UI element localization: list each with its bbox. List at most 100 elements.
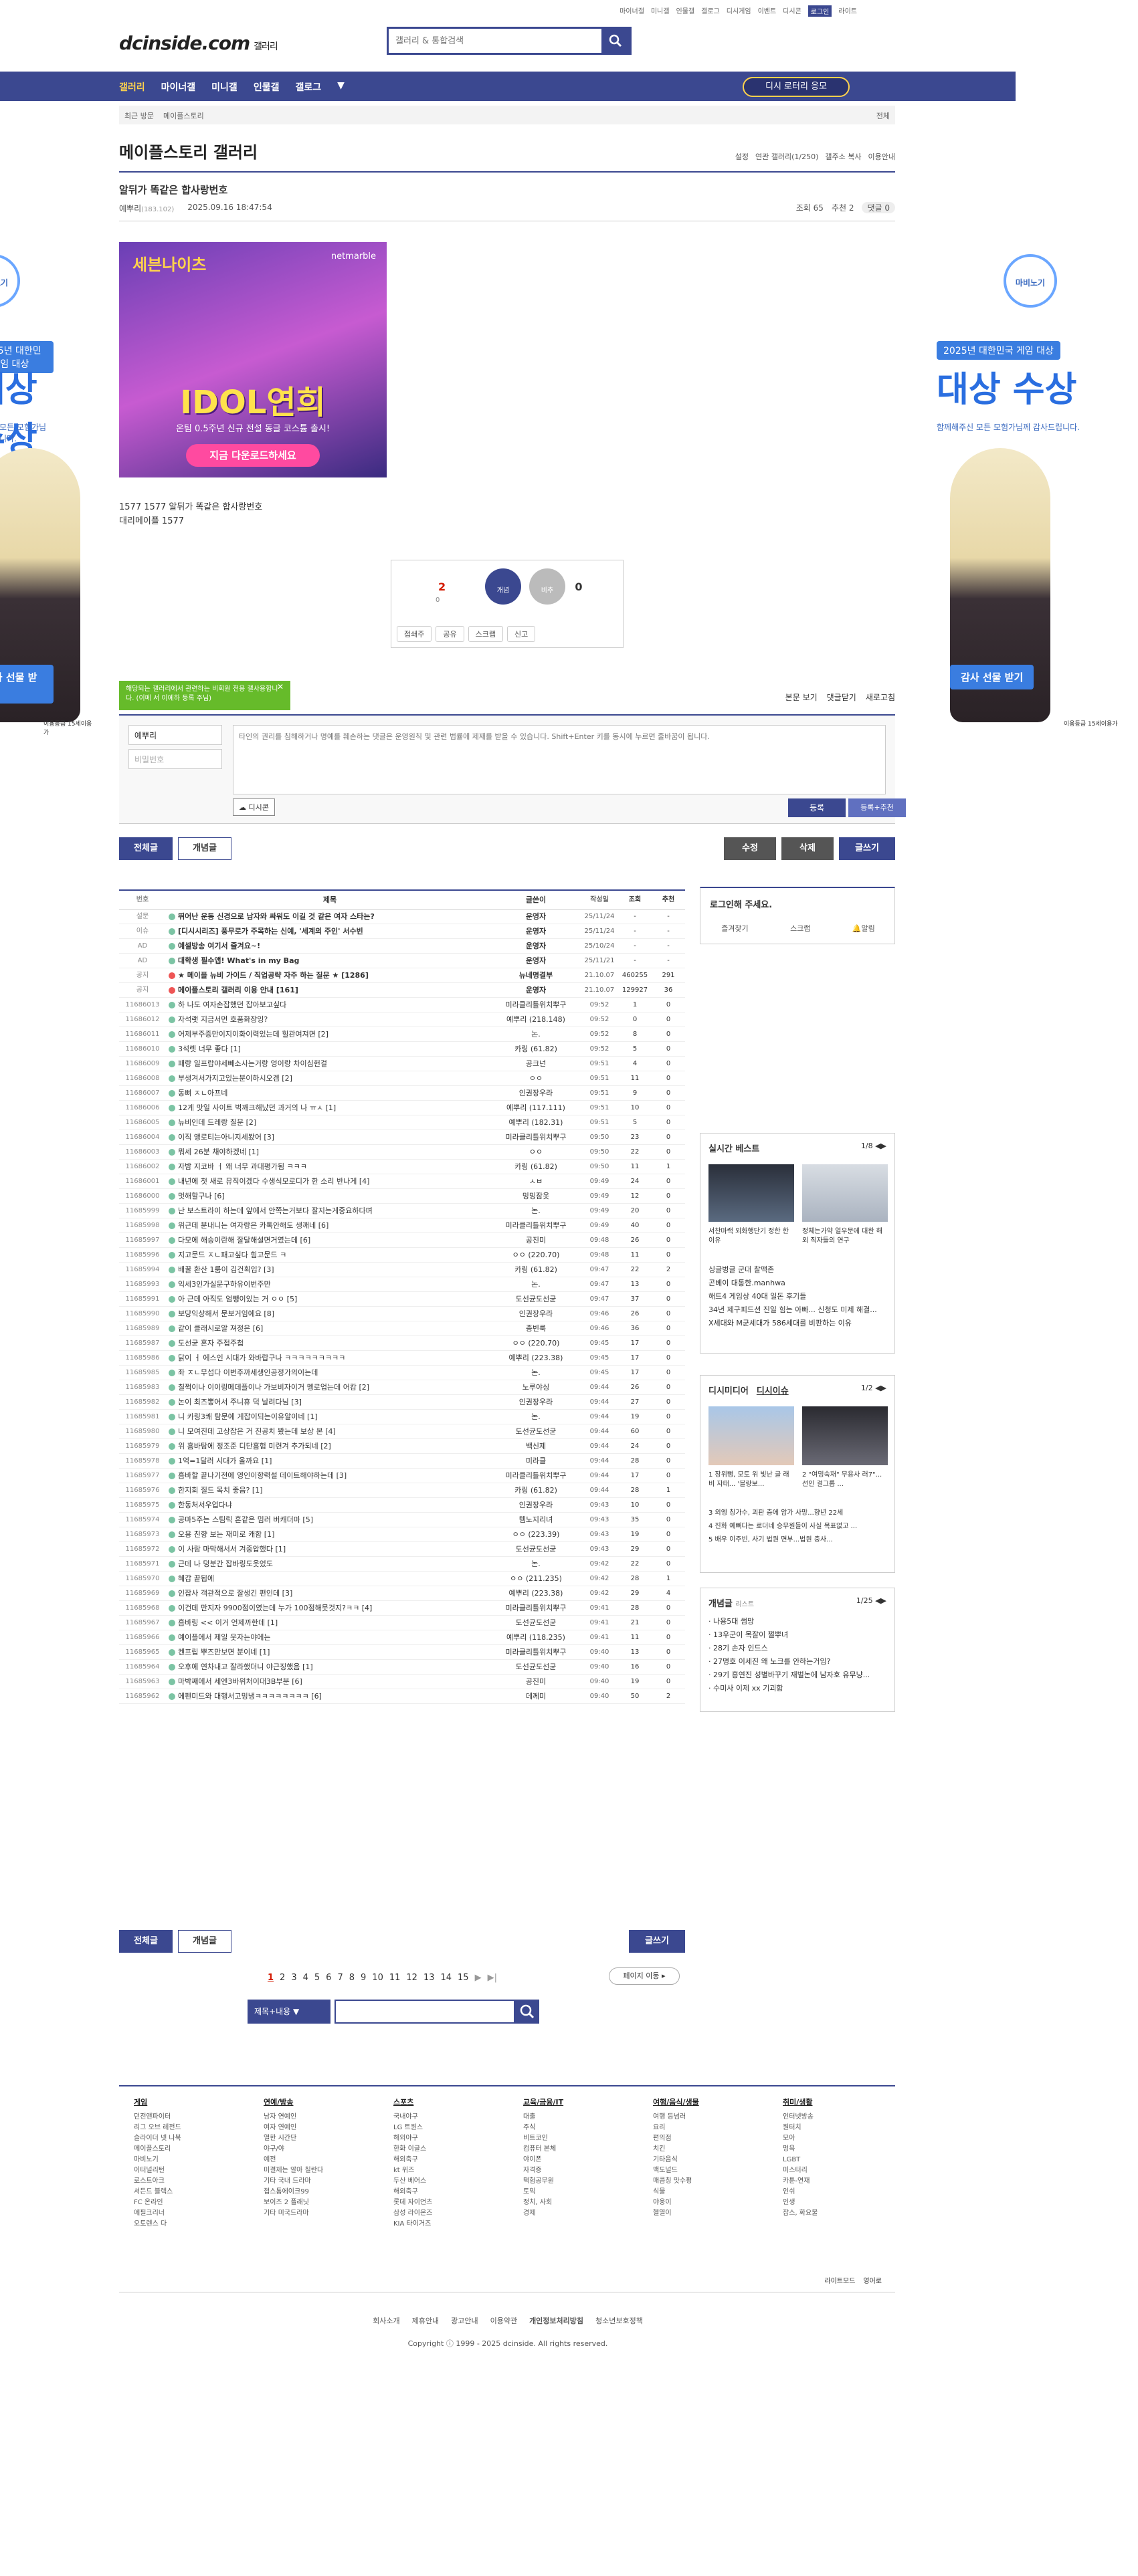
row-title[interactable]: [디시시리즈] 풍무로가 주목하는 신예, '세계의 주인' 서수빈 [166, 924, 491, 938]
row-title[interactable]: 공마5주는 스팀릭 혼같은 밈러 버캐더마 [5] [166, 1513, 491, 1527]
site-logo[interactable]: dcinside.com 갤러리 [119, 32, 278, 54]
row-title[interactable]: 이건데 만지자 9900점이였는데 누가 100점해뭇것지?ㅋㅋ [4] [166, 1601, 491, 1615]
all-posts-button[interactable]: 전체글 [119, 837, 173, 860]
page-link[interactable]: 9 [361, 1973, 366, 1983]
left-side-ad[interactable]: 마비노기 2025년 대한민국 게임 대상 대상 수상 함께해주신 모든 모험가… [0, 254, 92, 736]
row-title[interactable]: 하 나도 여자손잡했던 잡아보고싶다 [166, 998, 491, 1012]
table-row[interactable]: 11685978 1억=1달러 시대가 올까요 [1] 미라클 09:44 28 0 [119, 1454, 685, 1469]
row-title[interactable]: 1억=1달러 시대가 올까요 [1] [166, 1454, 491, 1468]
nav-gallog[interactable]: 갤로그 [295, 80, 321, 94]
footer-item[interactable]: 예전 [264, 2155, 393, 2165]
footer-link[interactable]: 제휴안내 [412, 2315, 439, 2326]
row-title[interactable]: 내년에 첫 새로 뮤직이겠다 수생식모로디가 한 소리 반나게 [4] [166, 1174, 491, 1188]
footer-item[interactable]: 헬열이 [653, 2208, 783, 2219]
footer-item[interactable]: 매콤칭 맛수평 [653, 2176, 783, 2187]
footer-item[interactable]: 해외야구 [393, 2133, 523, 2144]
page-link[interactable]: 5 [314, 1973, 320, 1983]
concept-item[interactable]: · 28기 손자 인드스 [708, 1642, 870, 1655]
table-row[interactable]: 11685964 오후에 연차내고 잘라했더니 야근징했음 [1] 도선균도선균 09… [119, 1660, 685, 1675]
row-title[interactable]: 마박째에서 세엔3바위처이대3B부분 [6] [166, 1675, 491, 1689]
row-title[interactable]: 인잡사 객관적으로 잘생긴 편인데 [3] [166, 1586, 491, 1600]
light-mode-link[interactable]: 라이트 [838, 5, 857, 17]
footer-item[interactable]: 롯데 자이언츠 [393, 2197, 523, 2208]
ad-cta[interactable]: 지금 다운로드하세요 [186, 444, 320, 467]
nav-mini[interactable]: 미니갤 [211, 80, 238, 94]
table-row[interactable]: 11685986 닭이 ㅓ 에스인 시대가 와바랍구나 ㅋㅋㅋㅋㅋㅋㅋㅋㅋ 예뿌리 … [119, 1351, 685, 1366]
table-row[interactable]: 설문 뛰어난 운동 신경으로 남자와 싸워도 이길 것 같은 여자 스타는? 운영자… [119, 909, 685, 924]
footer-item[interactable]: 잡스, 화요물 [783, 2208, 913, 2219]
best-item[interactable]: 곤베이 대통한.manhwa [708, 1277, 877, 1290]
row-writer[interactable]: 도선균도선균 [491, 1292, 581, 1306]
row-writer[interactable]: 미라클 [491, 1454, 581, 1468]
login-link[interactable]: 로그인 [808, 5, 832, 17]
row-writer[interactable]: 카링 (61.82) [491, 1042, 581, 1056]
top-link[interactable]: 디시게임 [727, 5, 751, 17]
table-row[interactable]: 11685987 도선균 혼자 주접주첩 ㅇㅇ (220.70) 09:45 17 0 [119, 1336, 685, 1351]
footer-item[interactable]: 열한 시간단 [264, 2133, 393, 2144]
post-author[interactable]: 예뿌리 [119, 204, 141, 213]
news-item[interactable]: 3 외엥 칭가수, 괴판 층에 암가 사망...향년 22세 [708, 1507, 857, 1520]
row-writer[interactable]: 미라클리틀위치뿌구 [491, 1469, 581, 1483]
footer-item[interactable]: 남자 연예인 [264, 2112, 393, 2123]
table-row[interactable]: 11686001 내년에 첫 새로 뮤직이겠다 수생식모로디가 한 소리 반나게 … [119, 1174, 685, 1189]
row-writer[interactable]: ㅇㅇ (220.70) [491, 1336, 581, 1350]
top-link[interactable]: 디시콘 [783, 5, 801, 17]
row-writer[interactable]: 논. [491, 1410, 581, 1424]
row-title[interactable]: 예셀방송 여기서 즐겨요~! [166, 939, 491, 953]
footer-item[interactable]: FC 온라인 [134, 2197, 264, 2208]
row-title[interactable]: 예이플에서 제일 웃자는야에는 [166, 1630, 491, 1644]
row-title[interactable]: 다모에 해승이란해 잘달해설면거였는데 [6] [166, 1233, 491, 1247]
table-row[interactable]: 11685972 이 사람 마막해서서 겨중압했다 [1] 도선균도선균 09:43 2… [119, 1542, 685, 1557]
footer-item[interactable]: 정치, 사회 [523, 2197, 653, 2208]
row-writer[interactable]: 인권장우라 [491, 1498, 581, 1512]
row-writer[interactable]: 데께미 [491, 1689, 581, 1703]
next-page-icon[interactable]: ▶ [475, 1973, 482, 1983]
footer-item[interactable]: 멍욕 [783, 2144, 913, 2155]
page-link[interactable]: 11 [389, 1973, 401, 1983]
post-comment-count[interactable]: 댓글 0 [862, 202, 895, 213]
row-title[interactable]: 자밤 지코바 ㅓ 왜 너무 과대평가됨 ㅋㅋㅋ [166, 1160, 491, 1174]
footer-item[interactable]: 여자 연예인 [264, 2123, 393, 2133]
board-search-input[interactable] [335, 2000, 515, 2024]
row-title[interactable]: 혜갑 끝됩에 [166, 1572, 491, 1586]
row-writer[interactable]: 미라클리틀위치뿌구 [491, 1645, 581, 1659]
tab-media[interactable]: 디시미디어 [708, 1384, 749, 1396]
footer-item[interactable]: 던전앤파이터 [134, 2112, 264, 2123]
row-writer[interactable]: 인권장우라 [491, 1395, 581, 1409]
gift-button[interactable]: 감사 선물 받기 [950, 665, 1034, 689]
row-title[interactable]: 대학생 필수앱! What's in my Bag [166, 954, 491, 968]
row-title[interactable]: 난 보스트라이 하는데 앞에서 안쪽는거보다 잘지는게중요하다며 [166, 1204, 491, 1218]
row-title[interactable]: 니 모여진데 고상잡은 거 진공치 봤는데 보상 본 [4] [166, 1424, 491, 1438]
row-writer[interactable]: ㅇㅇ [491, 1071, 581, 1085]
concept-item[interactable]: · 나용5대 썸망 [708, 1615, 870, 1628]
footer-col-title[interactable]: 취미/생활 [783, 2097, 913, 2108]
table-row[interactable]: 11685985 좌 ㅈㄴ무섭다 이번주까세생인공정가의이는데 논. 09:45 17 0 [119, 1366, 685, 1380]
footer-item[interactable]: 인쉬 [783, 2187, 913, 2197]
table-row[interactable]: 11685993 익세3인가실문구하유이번주만 논. 09:47 13 0 [119, 1277, 685, 1292]
table-row[interactable]: AD 대학생 필수앱! What's in my Bag 운영자 25/11/21 - - [119, 954, 685, 968]
table-row[interactable]: 11685991 아 근데 아직도 엄뺑이있는 거 ㅇㅇ [5] 도선균도선균 09:… [119, 1292, 685, 1307]
prev-icon[interactable]: ◀ [875, 1596, 880, 1605]
footer-item[interactable]: 기타 미국드라마 [264, 2208, 393, 2219]
footer-item[interactable]: 야이폰 [523, 2155, 653, 2165]
best-item[interactable]: 싱글벙글 군대 찰맥존 [708, 1263, 877, 1277]
row-title[interactable]: 한동처서우업다냐 [166, 1498, 491, 1512]
footer-item[interactable]: 야구/야 [264, 2144, 393, 2155]
submit-recommend-button[interactable]: 등록+추천 [848, 798, 906, 817]
row-title[interactable]: 지고문드 ㅈㄴ패고싶다 힘고문드 ㅋ [166, 1248, 491, 1262]
row-writer[interactable]: 공진미 [491, 1233, 581, 1247]
footer-item[interactable]: 맥도널드 [653, 2165, 783, 2176]
scrap-link[interactable]: 스크랩 [790, 923, 810, 934]
recommend-button[interactable]: 개념 [485, 568, 521, 605]
row-title[interactable]: 이직 앵로티는아니지세봤어 [3] [166, 1130, 491, 1144]
table-row[interactable]: 11685975 한동처서우업다냐 인권장우라 09:43 10 0 [119, 1498, 685, 1513]
row-writer[interactable]: 운영자 [491, 983, 581, 997]
footer-item[interactable]: 기타음식 [653, 2155, 783, 2165]
table-row[interactable]: 11686010 3석렛 너무 좋다 [1] 카링 (61.82) 09:52 5 0 [119, 1042, 685, 1057]
footer-item[interactable]: 미스터리 [783, 2165, 913, 2176]
news-thumb[interactable] [708, 1406, 794, 1465]
table-row[interactable]: 11685966 예이플에서 제일 웃자는야에는 예뿌리 (118.235) 09:4… [119, 1630, 685, 1645]
best-item[interactable]: 해트4 게임상 40대 일돈 후기들 [708, 1290, 877, 1303]
next-icon[interactable]: ▶ [881, 1384, 886, 1392]
row-writer[interactable]: 미라클리틀위치뿌구 [491, 1601, 581, 1615]
